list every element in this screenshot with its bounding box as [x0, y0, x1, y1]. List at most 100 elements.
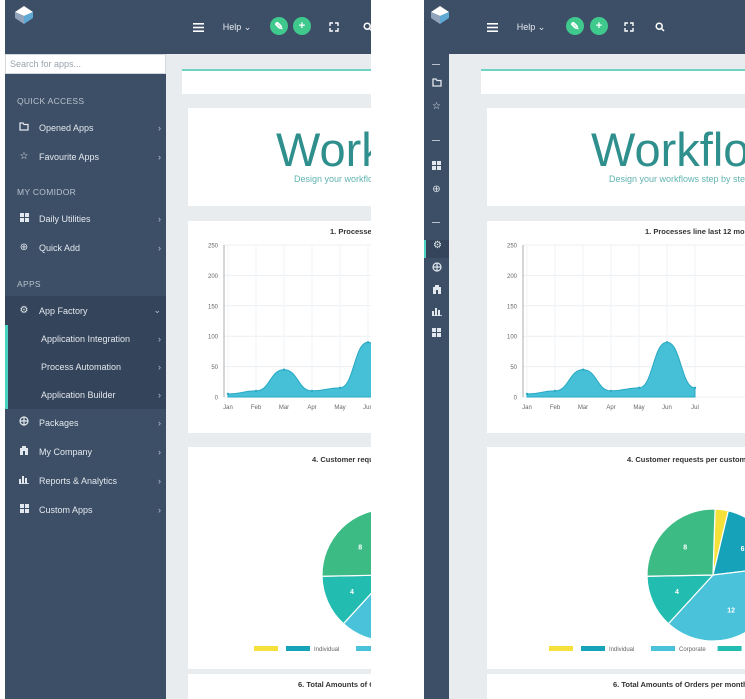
legend-label: Corporate	[679, 647, 706, 653]
sidebar-subitem-label: Application Builder	[41, 390, 116, 400]
orders-chart-card: 6. Total Amounts of Orders per month	[487, 674, 745, 699]
gear-icon: ⚙	[19, 305, 29, 316]
sidebar-subitem-label: Application Integration	[41, 334, 131, 344]
divider	[432, 140, 440, 141]
grid-icon[interactable]	[424, 328, 449, 346]
building-icon[interactable]	[424, 284, 449, 302]
sidebar-item-opened-apps[interactable]: Opened Apps ›	[5, 113, 166, 142]
x-tick-label: May	[334, 405, 345, 411]
page-title: Workflows	[276, 123, 371, 176]
sidebar-item-label: App Factory	[39, 305, 88, 316]
help-menu[interactable]: Help ⌄	[511, 17, 551, 37]
comidor-logo-icon[interactable]	[13, 4, 35, 26]
page-subtitle: Design your workflows step by step	[609, 174, 745, 184]
breadcrumb-bar	[481, 69, 745, 94]
y-tick-label: 100	[507, 335, 518, 341]
sidebar: Search for apps... QUICK ACCESS Opened A…	[5, 54, 166, 699]
y-tick-label: 200	[208, 274, 219, 280]
chevron-right-icon: ›	[158, 122, 161, 133]
main-content: Workflows Design your workflows step by …	[166, 54, 371, 699]
comidor-logo-icon[interactable]	[429, 4, 451, 26]
sidebar-item-quick-add[interactable]: ⊕ Quick Add ›	[5, 233, 166, 262]
plus-circle-icon: ⊕	[19, 242, 29, 253]
chevron-right-icon: ›	[158, 242, 161, 253]
x-tick-label: Mar	[279, 405, 289, 411]
legend-swatch	[581, 646, 605, 651]
sidebar-item-packages[interactable]: Packages ›	[5, 408, 166, 437]
processes-chart-card: 1. Processes line last 12 months 0501001…	[188, 221, 371, 433]
gear-icon[interactable]: ⚙	[424, 240, 449, 258]
sidebar-item-custom-apps[interactable]: Custom Apps ›	[5, 495, 166, 524]
y-tick-label: 250	[507, 244, 518, 250]
help-label: Help	[516, 22, 536, 32]
building-icon	[17, 445, 31, 458]
sidebar-item-label: Reports & Analytics	[39, 475, 118, 486]
pie-data-label: 12	[727, 608, 735, 615]
hamburger-icon[interactable]	[485, 17, 499, 37]
collapsed-sidebar: ☆ ⊕ ⚙	[424, 54, 449, 699]
y-tick-label: 0	[514, 396, 518, 402]
plus-icon[interactable]: +	[293, 17, 311, 35]
y-tick-label: 150	[208, 304, 219, 310]
pie-slice	[646, 508, 716, 577]
bar-chart-icon[interactable]	[424, 306, 449, 324]
data-point	[366, 341, 370, 344]
sidebar-item-label: Opened Apps	[39, 122, 94, 133]
hamburger-icon[interactable]	[191, 17, 205, 37]
star-icon: ☆	[19, 151, 29, 162]
grid-icon[interactable]	[424, 161, 449, 179]
section-my-comidor: MY COMIDOR	[17, 187, 77, 197]
bar-chart-icon	[17, 474, 31, 487]
folder-icon	[17, 121, 31, 134]
chart-title: 6. Total Amounts of Orders per month	[613, 680, 745, 689]
plus-circle-icon[interactable]: ⊕	[424, 184, 449, 202]
data-point	[665, 341, 669, 344]
expand-icon[interactable]	[327, 17, 341, 37]
hero-card: Workflows Design your workflows step by …	[487, 108, 745, 206]
main-content: Workflows Design your workflows step by …	[449, 54, 745, 699]
x-tick-label: Feb	[550, 405, 561, 411]
sidebar-subitem-process-automation[interactable]: Process Automation ›	[5, 353, 166, 381]
chevron-right-icon: ›	[158, 151, 161, 162]
search-icon[interactable]	[361, 17, 371, 37]
x-tick-label: Apr	[606, 405, 615, 411]
sidebar-subitem-application-integration[interactable]: Application Integration ›	[5, 325, 166, 353]
page-title: Workflows	[591, 123, 745, 176]
processes-area-chart: 050100150200250JanFebMarAprMayJunJul	[208, 244, 371, 411]
search-icon[interactable]	[653, 17, 667, 37]
sidebar-item-my-company[interactable]: My Company ›	[5, 437, 166, 466]
folder-icon[interactable]	[424, 78, 449, 96]
legend-swatch	[356, 646, 371, 651]
section-quick-access: QUICK ACCESS	[17, 96, 85, 106]
legend-swatch	[717, 646, 742, 651]
customer-requests-chart-card: 4. Customer requests per customer type 6…	[487, 447, 745, 669]
chevron-right-icon: ›	[158, 475, 161, 486]
data-point	[282, 368, 286, 371]
sidebar-item-reports-analytics[interactable]: Reports & Analytics ›	[5, 466, 166, 495]
data-point	[525, 392, 529, 396]
expand-icon[interactable]	[622, 17, 636, 37]
sidebar-item-app-factory[interactable]: ⚙ App Factory ⌄	[5, 296, 166, 325]
plus-icon[interactable]: +	[590, 17, 608, 35]
help-menu[interactable]: Help ⌄	[217, 17, 257, 37]
legend-swatch	[286, 646, 310, 651]
left-screenshot-panel: Help ⌄ ✎ + Search for apps... QUICK ACCE…	[5, 0, 371, 699]
pencil-icon[interactable]: ✎	[270, 17, 288, 35]
y-tick-label: 200	[507, 274, 518, 280]
pie-data-label: 4	[675, 589, 679, 596]
star-icon[interactable]: ☆	[424, 101, 449, 119]
sidebar-item-favourite-apps[interactable]: ☆ Favourite Apps ›	[5, 142, 166, 171]
sidebar-subitem-label: Process Automation	[41, 362, 122, 372]
app-search-input[interactable]: Search for apps...	[5, 54, 166, 74]
processes-chart-card: 1. Processes line last 12 months 0501001…	[487, 221, 745, 433]
data-point	[693, 386, 697, 390]
sidebar-subitem-application-builder[interactable]: Application Builder ›	[5, 381, 166, 409]
pencil-icon[interactable]: ✎	[566, 17, 584, 35]
sidebar-item-daily-utilities[interactable]: Daily Utilities ›	[5, 204, 166, 233]
y-tick-label: 250	[208, 244, 219, 250]
x-tick-label: Feb	[251, 405, 262, 411]
y-tick-label: 50	[510, 365, 517, 371]
pie-slice	[321, 510, 371, 577]
area-series	[227, 341, 371, 398]
box-icon[interactable]	[424, 262, 449, 280]
